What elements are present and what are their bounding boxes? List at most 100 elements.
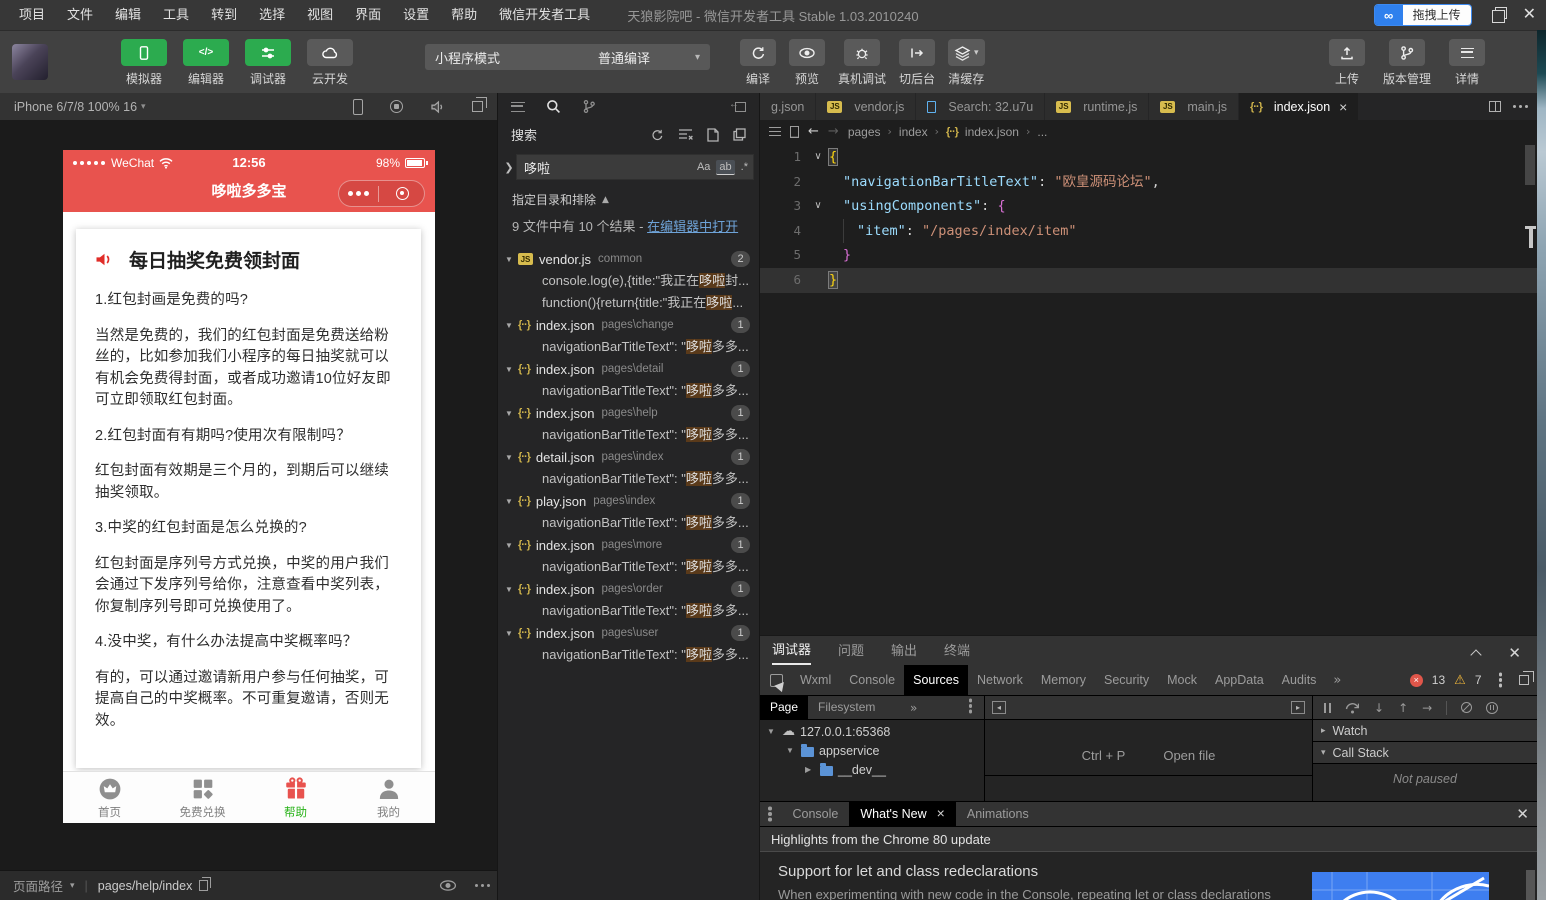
phone-tab-item[interactable]: 首页	[63, 772, 156, 823]
search-result-file[interactable]: index.json pages\detail 1	[498, 358, 759, 380]
search-result-match[interactable]: navigationBarTitleText": "哆啦多多...	[498, 600, 759, 622]
toolbar-action-button[interactable]: 上传	[1329, 39, 1365, 87]
outline-icon[interactable]	[769, 127, 781, 136]
toolbar-action-button[interactable]: 版本管理	[1383, 39, 1431, 87]
tree-caret-open-icon[interactable]	[786, 746, 796, 755]
devtools-tab[interactable]: Sources	[904, 665, 968, 696]
debugger-panel-tab[interactable]: 输出	[891, 637, 917, 664]
drawer-menu-icon[interactable]	[768, 812, 772, 816]
exit-target-icon[interactable]	[396, 187, 409, 200]
collapse-panel-icon[interactable]	[1471, 649, 1482, 660]
breadcrumb-item[interactable]: pages	[848, 125, 881, 139]
close-drawer-icon[interactable]: ✕	[1516, 805, 1529, 823]
editor-tab[interactable]: runtime.js	[1045, 93, 1148, 120]
git-branch-icon[interactable]	[582, 99, 596, 114]
fold-caret-icon[interactable]	[814, 151, 821, 162]
visibility-eye-icon[interactable]	[439, 879, 457, 892]
toolbar-action-button[interactable]: 切后台	[899, 39, 935, 87]
miniprogram-capsule[interactable]	[338, 180, 425, 207]
tree-row[interactable]: appservice	[760, 741, 984, 760]
mode-select[interactable]: 小程序模式 ▾	[425, 44, 605, 70]
search-result-match[interactable]: navigationBarTitleText": "哆啦多多...	[498, 556, 759, 578]
collapse-caret-icon[interactable]	[505, 541, 518, 550]
collapse-caret-icon[interactable]	[505, 365, 518, 374]
whole-word-toggle[interactable]: ab	[716, 160, 734, 175]
search-result-file[interactable]: play.json pages\index 1	[498, 490, 759, 512]
drawer-tab[interactable]: Animations	[956, 801, 1040, 827]
bookmark-icon[interactable]	[790, 126, 799, 138]
open-file-label[interactable]: Open file	[1163, 748, 1215, 763]
devtools-tab[interactable]: Audits	[1273, 665, 1326, 696]
mute-icon[interactable]	[430, 100, 445, 114]
copy-path-icon[interactable]	[199, 880, 208, 891]
search-input[interactable]	[524, 160, 624, 175]
devtools-tab[interactable]: Wxml	[791, 665, 840, 696]
drawer-tab[interactable]: What's New	[849, 801, 955, 827]
debugger-panel-tab[interactable]: 终端	[944, 637, 970, 664]
collapse-caret-icon[interactable]	[505, 497, 518, 506]
devtools-tab[interactable]: Console	[840, 665, 904, 696]
step-icon[interactable]: →	[1422, 702, 1432, 714]
search-result-match[interactable]: console.log(e),{title:"我正在哆啦封...	[498, 270, 759, 292]
toolbar-action-button[interactable]: 真机调试	[838, 39, 886, 87]
warning-badge-icon[interactable]	[1454, 673, 1466, 688]
devtools-tab[interactable]: Memory	[1032, 665, 1095, 696]
step-out-icon[interactable]: ↑	[1398, 702, 1408, 714]
editor-tab[interactable]: g.json	[760, 93, 815, 120]
step-into-icon[interactable]: ↓	[1374, 702, 1384, 714]
window-close-button[interactable]: ✕	[1523, 0, 1536, 30]
more-actions-icon[interactable]	[481, 884, 485, 888]
panel-toggle-button[interactable]: 云开发	[304, 39, 356, 87]
search-result-file[interactable]: index.json pages\help 1	[498, 402, 759, 424]
menu-item[interactable]: 文件	[56, 0, 104, 30]
panel-toggle-button[interactable]: </> 编辑器	[180, 39, 232, 87]
collapse-all-icon[interactable]	[733, 128, 746, 141]
collapse-caret-icon[interactable]	[505, 255, 518, 264]
callstack-section-header[interactable]: Call Stack	[1313, 742, 1537, 764]
phone-tab-item[interactable]: 免费兑换	[156, 772, 249, 823]
devtools-tab[interactable]: Security	[1095, 665, 1158, 696]
nav-forward-icon[interactable]: →	[828, 124, 839, 139]
nav-back-icon[interactable]: ←	[808, 124, 819, 139]
compile-mode-select[interactable]: 普通编译 ▾	[588, 44, 710, 70]
devtools-menu-icon[interactable]	[1499, 678, 1503, 682]
clear-results-icon[interactable]	[678, 128, 693, 141]
search-result-file[interactable]: index.json pages\change 1	[498, 314, 759, 336]
step-over-icon[interactable]	[1345, 702, 1360, 714]
error-badge-icon[interactable]	[1410, 674, 1423, 687]
search-result-match[interactable]: function(){return{title:"我正在哆啦...	[498, 292, 759, 314]
breadcrumb-item[interactable]: index	[899, 125, 928, 139]
menu-item[interactable]: 转到	[200, 0, 248, 30]
inspect-element-icon[interactable]	[770, 674, 783, 687]
editor-more-actions-icon[interactable]	[1519, 105, 1523, 109]
navigator-menu-icon[interactable]	[969, 704, 973, 708]
search-result-file[interactable]: index.json pages\order 1	[498, 578, 759, 600]
search-result-match[interactable]: navigationBarTitleText": "哆啦多多...	[498, 468, 759, 490]
drag-upload-button[interactable]: ∞ 拖拽上传	[1374, 4, 1472, 26]
search-result-match[interactable]: navigationBarTitleText": "哆啦多多...	[498, 512, 759, 534]
search-icon[interactable]	[546, 99, 561, 114]
multi-window-icon[interactable]	[472, 101, 483, 112]
editor-tab[interactable]: index.json	[1239, 93, 1358, 120]
page-path-dropdown[interactable]: 页面路径	[13, 876, 63, 895]
window-restore-button[interactable]	[1492, 10, 1503, 21]
menu-item[interactable]: 微信开发者工具	[488, 0, 601, 30]
dock-panel-icon[interactable]	[735, 102, 746, 112]
drawer-scrollbar-thumb[interactable]	[1526, 870, 1535, 900]
collapse-caret-icon[interactable]	[505, 409, 518, 418]
device-select[interactable]: iPhone 6/7/8 100% 16	[14, 100, 137, 114]
prev-tab-icon[interactable]: ◂	[992, 701, 1006, 714]
match-case-toggle[interactable]: Aa	[694, 160, 713, 174]
collapse-caret-icon[interactable]	[505, 321, 518, 330]
scrollbar-thumb[interactable]	[1525, 145, 1535, 185]
search-result-match[interactable]: navigationBarTitleText": "哆啦多多...	[498, 380, 759, 402]
collapse-caret-icon[interactable]	[505, 453, 518, 462]
search-scope-toggle[interactable]: 指定目录和排除 ▲	[498, 180, 759, 210]
explorer-list-icon[interactable]	[511, 102, 525, 112]
tree-caret-closed-icon[interactable]	[805, 765, 815, 774]
editor-tab[interactable]: vendor.js	[816, 93, 915, 120]
menu-item[interactable]: 设置	[392, 0, 440, 30]
panel-toggle-button[interactable]: 调试器	[242, 39, 294, 87]
editor-tab[interactable]: Search: 32.u7u	[916, 93, 1044, 120]
close-tab-icon[interactable]	[934, 801, 945, 827]
